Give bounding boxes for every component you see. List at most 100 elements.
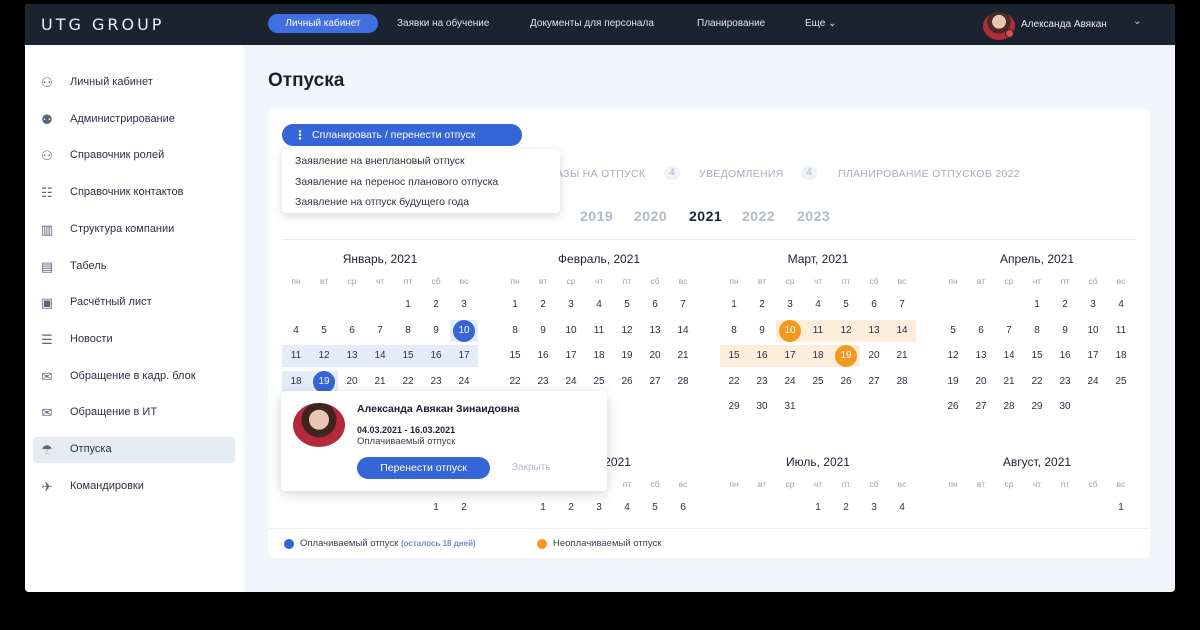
calendar-day[interactable]: 2	[529, 294, 557, 316]
calendar-day[interactable]: 2	[832, 497, 860, 519]
calendar-day[interactable]: 14	[366, 345, 394, 367]
calendar-day[interactable]: 6	[669, 497, 697, 519]
calendar-day[interactable]: 16	[422, 345, 450, 367]
tab-vacation-planning[interactable]: ПЛАНИРОВАНИЕ ОТПУСКОВ 2022	[838, 168, 1020, 180]
calendar-day[interactable]: 12	[939, 345, 967, 367]
calendar-day[interactable]: 10	[557, 320, 585, 342]
calendar-day[interactable]: 27	[860, 371, 888, 393]
calendar-day[interactable]: 4	[585, 294, 613, 316]
calendar-day[interactable]: 24	[1079, 371, 1107, 393]
calendar-day[interactable]: 26	[939, 396, 967, 418]
calendar-day[interactable]: 4	[888, 497, 916, 519]
calendar-day[interactable]: 3	[450, 294, 478, 316]
calendar-day[interactable]: 3	[860, 497, 888, 519]
tab-vacation-requests[interactable]: АЗЫ НА ОТПУСК	[556, 168, 645, 180]
sidebar-item-5[interactable]: ▥ Структура компании	[33, 217, 235, 243]
calendar-day[interactable]: 21	[995, 371, 1023, 393]
calendar-day[interactable]: 2	[748, 294, 776, 316]
calendar-day[interactable]: 18	[1107, 345, 1135, 367]
company-logo[interactable]: UTG GROUP	[41, 15, 164, 34]
calendar-day[interactable]: 4	[282, 320, 310, 342]
calendar-day[interactable]: 2	[557, 497, 585, 519]
calendar-day[interactable]: 4	[1107, 294, 1135, 316]
calendar-day[interactable]: 30	[1051, 396, 1079, 418]
calendar-day[interactable]: 5	[310, 320, 338, 342]
calendar-day[interactable]: 11	[282, 345, 310, 367]
calendar-day[interactable]: 3	[1079, 294, 1107, 316]
calendar-day[interactable]: 23	[529, 371, 557, 393]
calendar-day[interactable]: 13	[641, 320, 669, 342]
calendar-day[interactable]: 17	[450, 345, 478, 367]
sidebar-item-4[interactable]: ☷ Справочник контактов	[33, 180, 235, 206]
calendar-day[interactable]: 19	[832, 345, 860, 367]
calendar-day[interactable]: 28	[888, 371, 916, 393]
calendar-day[interactable]: 20	[338, 371, 366, 393]
calendar-day[interactable]: 10	[1079, 320, 1107, 342]
reschedule-button[interactable]: Перенести отпуск	[357, 457, 490, 479]
menu-item-next-year-vacation[interactable]: Заявление на отпуск будущего года	[295, 196, 469, 208]
calendar-day[interactable]: 7	[669, 294, 697, 316]
nav-training-requests[interactable]: Заявки на обучение	[397, 18, 489, 29]
calendar-day[interactable]: 12	[310, 345, 338, 367]
calendar-day[interactable]: 3	[776, 294, 804, 316]
calendar-day[interactable]: 30	[748, 396, 776, 418]
calendar-day[interactable]: 4	[613, 497, 641, 519]
calendar-day[interactable]: 18	[282, 370, 310, 393]
close-button[interactable]: Закрыть	[512, 462, 551, 473]
sidebar-item-12[interactable]: ✈ Командировки	[33, 474, 235, 500]
tab-notifications[interactable]: УВЕДОМЛЕНИЯ	[699, 168, 784, 180]
calendar-day[interactable]: 11	[1107, 320, 1135, 342]
calendar-day[interactable]: 9	[748, 320, 776, 342]
sidebar-item-8[interactable]: ☰ Новости	[33, 327, 235, 353]
menu-item-reschedule-vacation[interactable]: Заявление на перенос планового отпуска	[295, 176, 498, 188]
calendar-day[interactable]: 16	[529, 345, 557, 367]
calendar-day[interactable]: 9	[422, 320, 450, 342]
calendar-day[interactable]: 14	[888, 319, 916, 342]
calendar-day[interactable]: 6	[860, 294, 888, 316]
calendar-day[interactable]: 1	[1107, 497, 1135, 519]
plan-vacation-button[interactable]: ⋮ Спланировать / перенести отпуск	[282, 124, 522, 146]
calendar-day[interactable]: 21	[366, 371, 394, 393]
calendar-day[interactable]: 14	[669, 320, 697, 342]
calendar-day[interactable]: 22	[1023, 371, 1051, 393]
calendar-day[interactable]: 26	[832, 371, 860, 393]
calendar-day[interactable]: 17	[776, 345, 804, 367]
calendar-day[interactable]: 13	[967, 345, 995, 367]
menu-item-unplanned-vacation[interactable]: Заявление на внеплановый отпуск	[295, 155, 465, 167]
calendar-day[interactable]: 20	[641, 345, 669, 367]
calendar-day[interactable]: 1	[422, 497, 450, 519]
calendar-day[interactable]: 13	[860, 319, 888, 342]
calendar-day[interactable]: 24	[557, 371, 585, 393]
calendar-day[interactable]: 8	[720, 320, 748, 342]
sidebar-item-9[interactable]: ✉ Обращение в кадр. блок	[33, 364, 235, 390]
calendar-day[interactable]: 7	[366, 320, 394, 342]
calendar-day[interactable]: 12	[613, 320, 641, 342]
calendar-day[interactable]: 2	[422, 294, 450, 316]
calendar-day[interactable]: 24	[776, 371, 804, 393]
calendar-day[interactable]: 26	[613, 371, 641, 393]
year-2021[interactable]: 2021	[689, 208, 722, 224]
nav-planning[interactable]: Планирование	[697, 18, 765, 29]
calendar-day[interactable]: 23	[422, 371, 450, 393]
calendar-day[interactable]: 2	[1051, 294, 1079, 316]
calendar-day[interactable]: 25	[585, 371, 613, 393]
calendar-day[interactable]: 6	[641, 294, 669, 316]
calendar-day[interactable]: 10	[450, 319, 478, 342]
calendar-day[interactable]: 18	[804, 345, 832, 367]
calendar-day[interactable]: 19	[310, 370, 338, 393]
calendar-day[interactable]: 8	[1023, 320, 1051, 342]
calendar-day[interactable]: 24	[450, 371, 478, 393]
nav-more[interactable]: Еще ⌄	[805, 18, 837, 29]
calendar-day[interactable]: 28	[995, 396, 1023, 418]
calendar-day[interactable]: 18	[585, 345, 613, 367]
sidebar-item-2[interactable]: ⚉ Администрирование	[33, 107, 235, 133]
calendar-day[interactable]: 1	[529, 497, 557, 519]
calendar-day[interactable]: 25	[804, 371, 832, 393]
calendar-day[interactable]: 1	[1023, 294, 1051, 316]
calendar-day[interactable]: 22	[720, 371, 748, 393]
calendar-day[interactable]: 7	[995, 320, 1023, 342]
calendar-day[interactable]: 11	[804, 319, 832, 342]
calendar-day[interactable]: 1	[804, 497, 832, 519]
calendar-day[interactable]: 15	[720, 345, 748, 367]
calendar-day[interactable]: 6	[338, 320, 366, 342]
